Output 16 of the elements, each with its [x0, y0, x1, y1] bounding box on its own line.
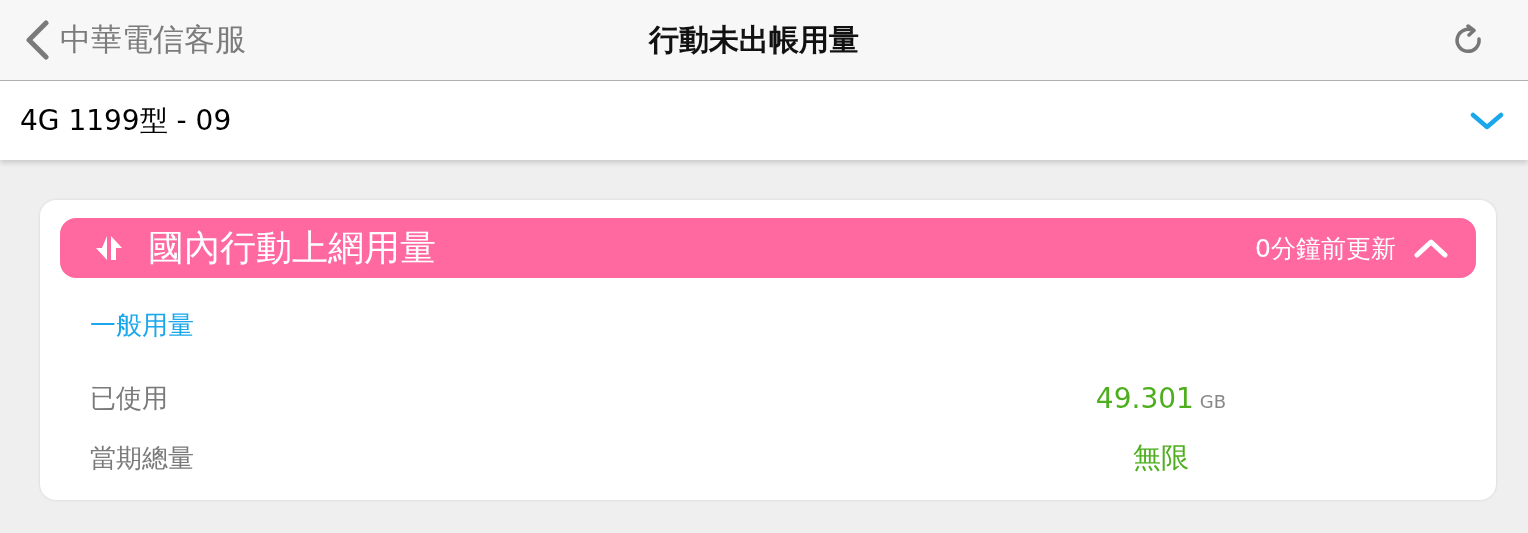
- usage-value: 49.301: [1095, 381, 1194, 415]
- section-title: 一般用量: [90, 309, 195, 342]
- usage-label: 當期總量: [90, 441, 195, 475]
- page-title: 行動未出帳用量: [649, 20, 859, 59]
- data-transfer-icon: [94, 234, 124, 262]
- back-button[interactable]: 中華電信客服: [24, 19, 246, 61]
- usage-value: 無限: [1133, 440, 1189, 476]
- refresh-icon[interactable]: [1452, 24, 1484, 56]
- card-title: 國內行動上網用量: [148, 225, 436, 270]
- updated-time: 0分鐘前更新: [1255, 232, 1396, 265]
- back-chevron-icon: [24, 20, 50, 60]
- chevron-down-icon: [1470, 110, 1504, 131]
- unit-label: GB: [1199, 390, 1227, 412]
- card-header[interactable]: 國內行動上網用量 0分鐘前更新: [60, 218, 1476, 278]
- plan-dropdown[interactable]: 4G 1199型 - 09: [0, 81, 1528, 160]
- usage-label: 已使用: [90, 381, 169, 415]
